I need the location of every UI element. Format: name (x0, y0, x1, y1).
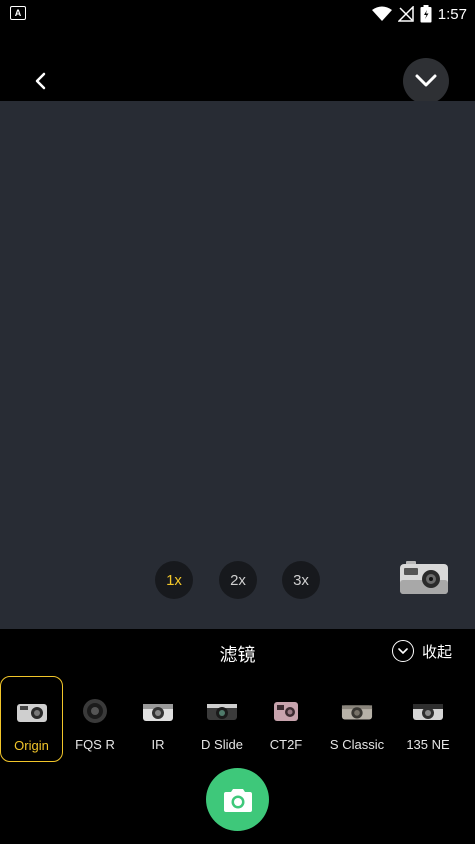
filter-label: IR (151, 737, 165, 752)
back-button[interactable] (24, 64, 58, 98)
no-signal-icon (397, 6, 414, 22)
wifi-icon (371, 6, 392, 22)
lens-icon (79, 698, 111, 724)
status-bar: A 1:57 (0, 0, 475, 28)
top-bar (0, 56, 475, 104)
camera-viewfinder[interactable]: 1x 2x 3x (0, 101, 475, 629)
zoom-3x-button[interactable]: 3x (282, 561, 320, 599)
shutter-button[interactable] (206, 768, 269, 831)
filter-s-classic[interactable]: S Classic (326, 676, 388, 762)
collapse-panel-button[interactable]: 收起 (392, 638, 452, 664)
camera-style-icon[interactable] (398, 560, 450, 596)
filter-fqs-r[interactable]: FQS R (67, 676, 123, 762)
status-icons: 1:57 (371, 3, 467, 25)
collapse-camera-button[interactable] (403, 58, 449, 104)
chevron-left-icon (35, 72, 46, 90)
camera-icon (270, 698, 302, 724)
notification-badge: A (10, 6, 26, 20)
zoom-2x-button[interactable]: 2x (219, 561, 257, 599)
zoom-1x-button[interactable]: 1x (155, 561, 193, 599)
camera-icon (142, 698, 174, 724)
filter-ct2f[interactable]: CT2F (258, 676, 314, 762)
filter-label: D Slide (201, 737, 243, 752)
collapse-label: 收起 (422, 643, 453, 661)
clock: 1:57 (437, 5, 467, 23)
circle-chevron-down-icon (392, 640, 414, 662)
camera-icon (223, 788, 252, 812)
chevron-down-icon (415, 74, 437, 87)
camera-icon (16, 699, 48, 725)
filter-label: FQS R (75, 737, 115, 752)
filter-ir[interactable]: IR (130, 676, 186, 762)
badge-letter: A (14, 8, 22, 18)
camera-icon (341, 698, 373, 724)
battery-icon (420, 5, 432, 23)
filter-label: CT2F (269, 737, 303, 752)
camera-icon (206, 698, 238, 724)
filter-origin[interactable]: Origin (0, 676, 63, 762)
filter-label: S Classic (329, 737, 385, 752)
camera-icon (412, 698, 444, 724)
filter-d-slide[interactable]: D Slide (194, 676, 250, 762)
filter-list: Origin FQS R IR D Slide CT2F S Classic 1… (0, 676, 475, 764)
filter-panel-header: 滤镜 收起 (0, 629, 475, 675)
filter-label: Origin (14, 738, 49, 753)
filter-label: 135 NE (406, 737, 450, 752)
filter-135-ne[interactable]: 135 NE (400, 676, 456, 762)
